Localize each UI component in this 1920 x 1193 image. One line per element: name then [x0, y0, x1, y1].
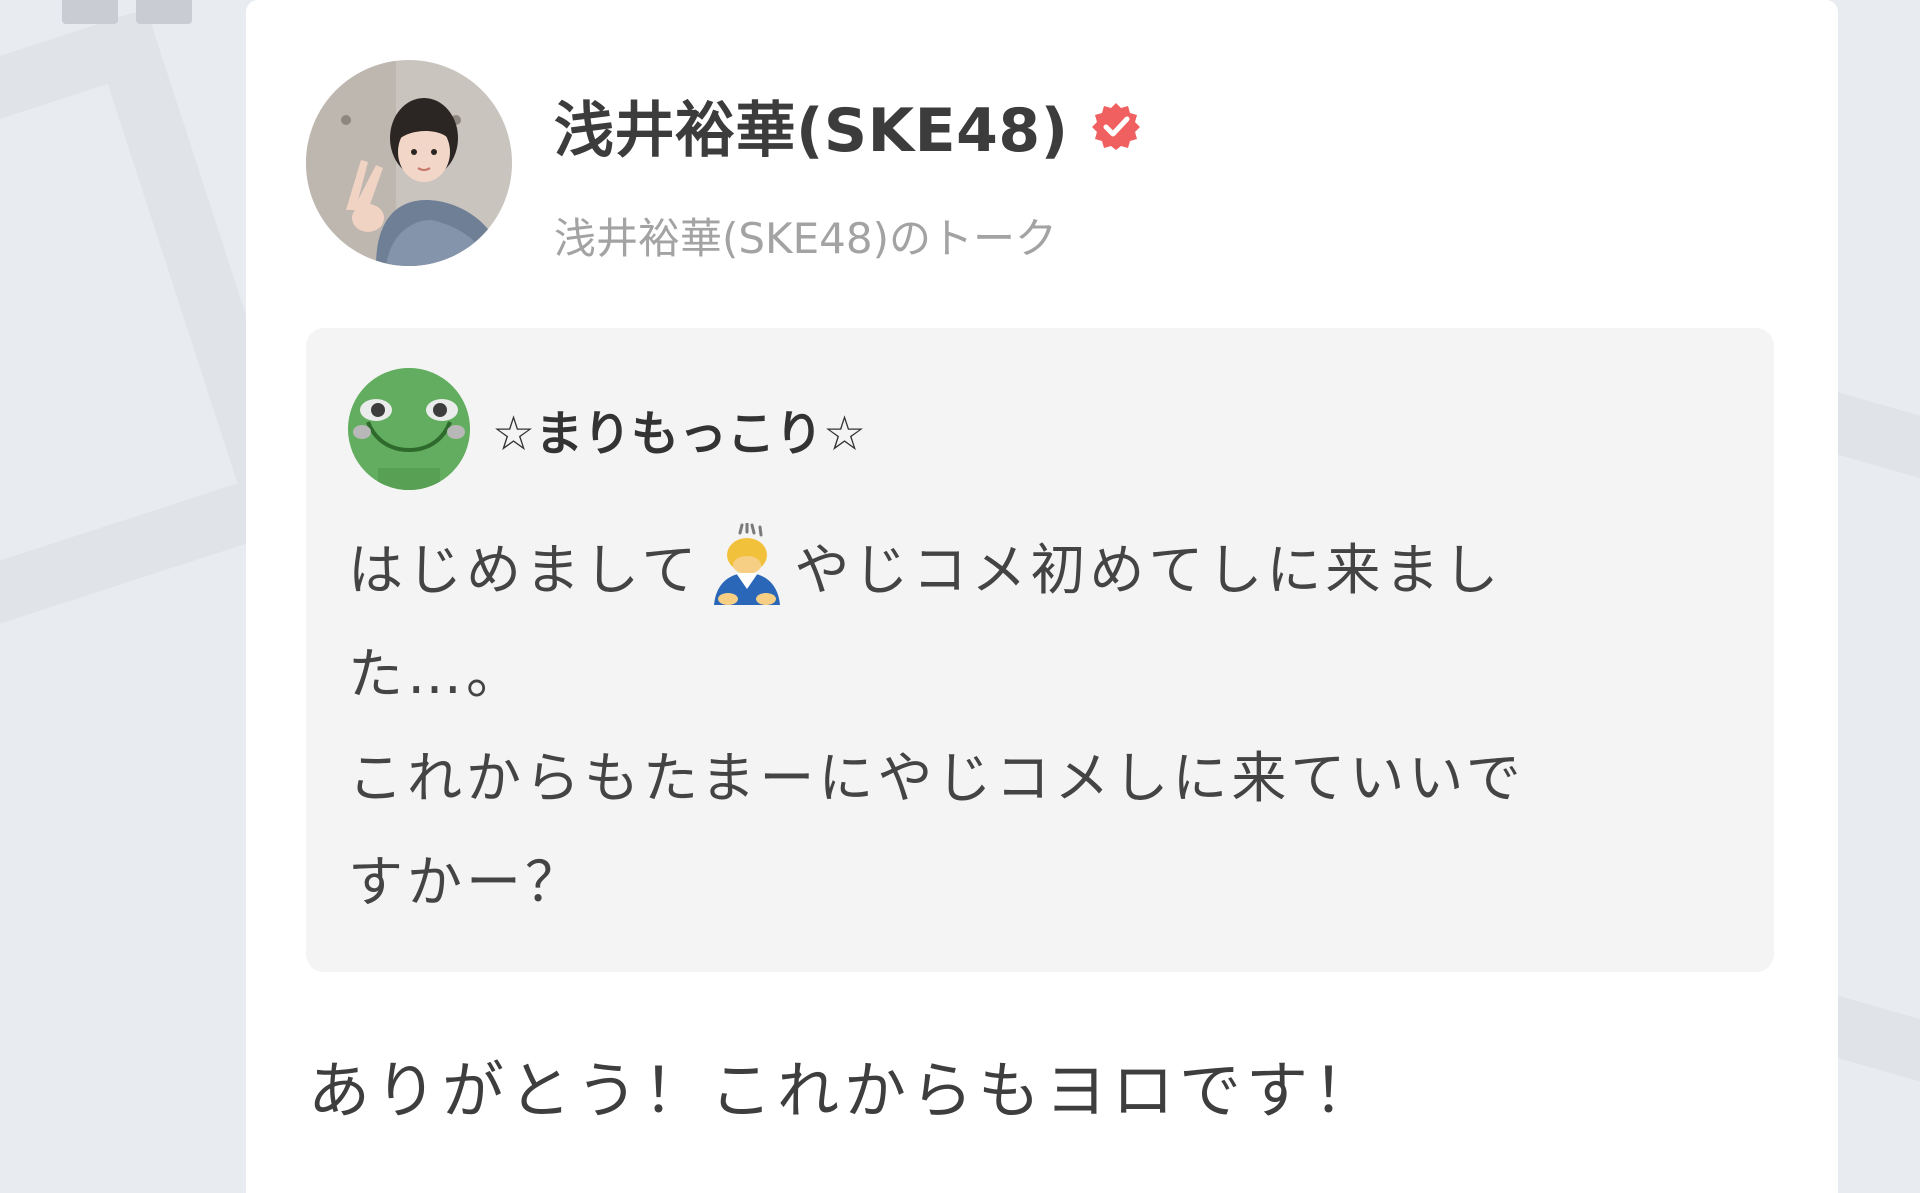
quoted-comment: ☆まりもっこり☆ はじめまして やじコメ初めてしに来まし た…。 これからもたま…	[306, 328, 1774, 972]
comment-line: た…。	[348, 642, 526, 706]
verified-badge-icon	[1091, 101, 1141, 151]
comment-text: はじめまして やじコメ初めてしに来まし た…。 これからもたまーにやじコメしに来…	[348, 518, 1748, 934]
top-tabs	[62, 0, 192, 24]
comment-line: すかー？	[348, 850, 585, 914]
top-tab[interactable]	[136, 0, 192, 24]
top-tab[interactable]	[62, 0, 118, 24]
person-bowing-icon	[706, 522, 788, 605]
profile-subtitle: 浅井裕華(SKE48)のトーク	[554, 214, 1057, 263]
comment-line: これからもたまーにやじコメしに来ていいで	[348, 746, 1525, 810]
profile-name[interactable]: 浅井裕華(SKE48)	[554, 82, 1069, 169]
comment-line-part: やじコメ初めてしに来まし	[794, 538, 1503, 602]
reply-text: ありがとう！これからもヨロです！	[308, 1054, 1381, 1127]
profile-name-row: 浅井裕華(SKE48)	[554, 82, 1141, 169]
commenter-row: ☆まりもっこり☆	[348, 368, 866, 490]
talk-card: 浅井裕華(SKE48) 浅井裕華(SKE48)のトーク ☆まりもっこり☆ はじめ…	[246, 0, 1838, 1193]
commenter-avatar[interactable]	[348, 368, 470, 490]
profile-header: 浅井裕華(SKE48) 浅井裕華(SKE48)のトーク	[306, 60, 1141, 266]
comment-line-part: はじめまして	[348, 538, 701, 602]
profile-avatar[interactable]	[306, 60, 512, 266]
profile-header-text: 浅井裕華(SKE48) 浅井裕華(SKE48)のトーク	[554, 82, 1141, 266]
commenter-name[interactable]: ☆まりもっこり☆	[492, 394, 866, 464]
comment-line: はじめまして やじコメ初めてしに来まし	[348, 518, 1748, 622]
